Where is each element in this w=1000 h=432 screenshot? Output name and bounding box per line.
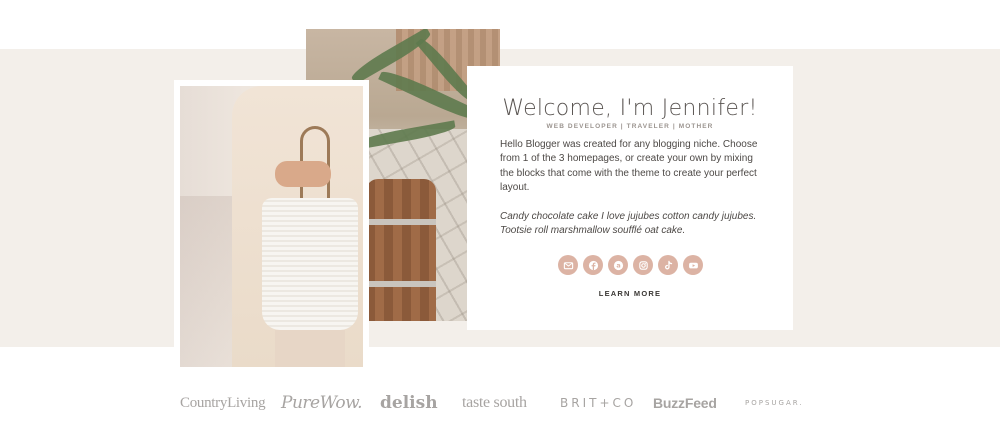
- popsugar-logo: POPSUGAR.: [745, 399, 804, 407]
- woven-bag: [262, 198, 358, 330]
- welcome-bio: Hello Blogger was created for any bloggi…: [500, 139, 758, 193]
- portrait-photo: [180, 86, 363, 367]
- press-logos: CountryLiving PureWow. delish taste sout…: [0, 388, 1000, 418]
- delish-logo: delish: [380, 393, 438, 413]
- social-links: a: [558, 255, 703, 275]
- youtube-icon[interactable]: [683, 255, 703, 275]
- country-living-logo: CountryLiving: [180, 394, 266, 411]
- amazon-icon[interactable]: a: [608, 255, 628, 275]
- arm: [275, 161, 331, 187]
- facebook-icon[interactable]: [583, 255, 603, 275]
- tiktok-icon[interactable]: [658, 255, 678, 275]
- instagram-icon[interactable]: [633, 255, 653, 275]
- barrel-hoop: [366, 281, 436, 287]
- taste-of-the-south-logo: taste south: [462, 394, 527, 411]
- svg-text:a: a: [616, 261, 620, 269]
- brit-co-logo: BRIT+CO: [560, 396, 637, 410]
- welcome-tagline: WEB DEVELOPER | TRAVELER | MOTHER: [546, 123, 714, 130]
- learn-more-link[interactable]: LEARN MORE: [467, 289, 793, 298]
- wooden-barrel: [366, 179, 436, 321]
- welcome-card: Welcome, I'm Jennifer! WEB DEVELOPER | T…: [467, 66, 793, 330]
- email-icon[interactable]: [558, 255, 578, 275]
- buzzfeed-logo: BuzzFeed: [653, 395, 717, 411]
- trousers: [275, 330, 345, 367]
- purewow-logo: PureWow.: [281, 393, 363, 413]
- welcome-quote: Candy chocolate cake I love jujubes cott…: [500, 211, 757, 237]
- welcome-title: Welcome, I'm Jennifer!: [502, 96, 758, 121]
- barrel-hoop: [366, 219, 436, 225]
